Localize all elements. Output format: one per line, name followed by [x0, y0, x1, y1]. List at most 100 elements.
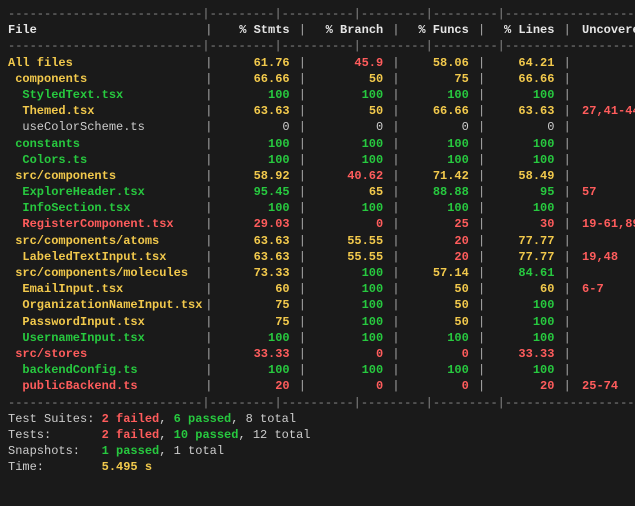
funcs-value: 50 — [407, 297, 471, 313]
stmts-value: 66.66 — [220, 71, 292, 87]
table-row: src/components/atoms | 63.63 | 55.55 | 2… — [8, 233, 627, 249]
lines-value: 100 — [492, 362, 556, 378]
lines-value: 77.77 — [492, 233, 556, 249]
branch-value: 65 — [313, 184, 385, 200]
uncovered-value: 19,48 — [578, 249, 635, 265]
suites-total: 8 total — [246, 412, 296, 426]
stmts-value: 95.45 — [220, 184, 292, 200]
snapshots-passed: 1 passed — [102, 444, 160, 458]
stmts-value: 100 — [220, 152, 292, 168]
file-name: src/stores — [8, 346, 198, 362]
table-divider: ---------------------------|---------|--… — [8, 395, 627, 411]
file-name: useColorScheme.ts — [8, 119, 198, 135]
header-file: File — [8, 22, 198, 38]
funcs-value: 57.14 — [407, 265, 471, 281]
file-name: PasswordInput.tsx — [8, 314, 198, 330]
file-name: InfoSection.tsx — [8, 200, 198, 216]
file-name: backendConfig.ts — [8, 362, 198, 378]
table-row: src/components/molecules | 73.33 | 100 |… — [8, 265, 627, 281]
table-row: InfoSection.tsx | 100 | 100 | 100 | 100 … — [8, 200, 627, 216]
suites_label: Test Suites: — [8, 412, 102, 426]
file-name: Themed.tsx — [8, 103, 198, 119]
file-name: RegisterComponent.tsx — [8, 216, 198, 232]
summary-line: Time: 5.495 s — [8, 459, 627, 475]
stmts-value: 60 — [220, 281, 292, 297]
time-value: 5.495 s — [102, 460, 152, 474]
funcs-value: 58.06 — [407, 55, 471, 71]
lines-value: 95 — [492, 184, 556, 200]
branch-value: 100 — [313, 281, 385, 297]
funcs-value: 0 — [407, 119, 471, 135]
header-lines: % Lines — [492, 22, 556, 38]
branch-value: 100 — [313, 265, 385, 281]
stmts-value: 61.76 — [220, 55, 292, 71]
funcs-value: 50 — [407, 314, 471, 330]
file-name: src/components — [8, 168, 198, 184]
file-name: EmailInput.tsx — [8, 281, 198, 297]
stmts-value: 63.63 — [220, 233, 292, 249]
table-header: File | % Stmts | % Branch | % Funcs | % … — [8, 22, 627, 38]
time_label: Time: — [8, 460, 102, 474]
table-row: All files | 61.76 | 45.9 | 58.06 | 64.21… — [8, 55, 627, 71]
funcs-value: 88.88 — [407, 184, 471, 200]
funcs-value: 100 — [407, 200, 471, 216]
file-name: StyledText.tsx — [8, 87, 198, 103]
branch-value: 100 — [313, 297, 385, 313]
table-row: ExploreHeader.tsx | 95.45 | 65 | 88.88 |… — [8, 184, 627, 200]
branch-value: 0 — [313, 346, 385, 362]
summary-line: Test Suites: 2 failed, 6 passed, 8 total — [8, 411, 627, 427]
branch-value: 50 — [313, 71, 385, 87]
branch-value: 100 — [313, 200, 385, 216]
funcs-value: 66.66 — [407, 103, 471, 119]
funcs-value: 75 — [407, 71, 471, 87]
stmts-value: 100 — [220, 330, 292, 346]
snapshots-total: 1 total — [174, 444, 224, 458]
stmts-value: 75 — [220, 297, 292, 313]
stmts-value: 100 — [220, 87, 292, 103]
header-stmts: % Stmts — [220, 22, 292, 38]
file-name: Colors.ts — [8, 152, 198, 168]
stmts-value: 100 — [220, 136, 292, 152]
tests-total: 12 total — [253, 428, 311, 442]
stmts-value: 73.33 — [220, 265, 292, 281]
table-divider: ---------------------------|---------|--… — [8, 38, 627, 54]
branch-value: 100 — [313, 152, 385, 168]
lines-value: 100 — [492, 314, 556, 330]
lines-value: 77.77 — [492, 249, 556, 265]
branch-value: 100 — [313, 136, 385, 152]
file-name: components — [8, 71, 198, 87]
lines-value: 100 — [492, 136, 556, 152]
stmts-value: 58.92 — [220, 168, 292, 184]
branch-value: 100 — [313, 362, 385, 378]
stmts-value: 29.03 — [220, 216, 292, 232]
funcs-value: 100 — [407, 136, 471, 152]
lines-value: 84.61 — [492, 265, 556, 281]
lines-value: 60 — [492, 281, 556, 297]
lines-value: 63.63 — [492, 103, 556, 119]
branch-value: 0 — [313, 378, 385, 394]
terminal-output: ---------------------------|---------|--… — [8, 6, 627, 475]
funcs-value: 100 — [407, 362, 471, 378]
header-funcs: % Funcs — [407, 22, 471, 38]
stmts-value: 100 — [220, 200, 292, 216]
branch-value: 55.55 — [313, 249, 385, 265]
stmts-value: 20 — [220, 378, 292, 394]
branch-value: 55.55 — [313, 233, 385, 249]
funcs-value: 100 — [407, 152, 471, 168]
file-name: src/components/molecules — [8, 265, 198, 281]
table-row: RegisterComponent.tsx | 29.03 | 0 | 25 |… — [8, 216, 627, 232]
file-name: OrganizationNameInput.tsx — [8, 297, 198, 313]
tests-passed: 10 passed — [174, 428, 239, 442]
table-divider: ---------------------------|---------|--… — [8, 6, 627, 22]
branch-value: 100 — [313, 330, 385, 346]
tests_label: Tests: — [8, 428, 102, 442]
lines-value: 0 — [492, 119, 556, 135]
table-row: useColorScheme.ts | 0 | 0 | 0 | 0 | — [8, 119, 627, 135]
lines-value: 30 — [492, 216, 556, 232]
stmts-value: 75 — [220, 314, 292, 330]
table-row: PasswordInput.tsx | 75 | 100 | 50 | 100 … — [8, 314, 627, 330]
stmts-value: 63.63 — [220, 249, 292, 265]
branch-value: 45.9 — [313, 55, 385, 71]
branch-value: 50 — [313, 103, 385, 119]
table-row: Colors.ts | 100 | 100 | 100 | 100 | — [8, 152, 627, 168]
